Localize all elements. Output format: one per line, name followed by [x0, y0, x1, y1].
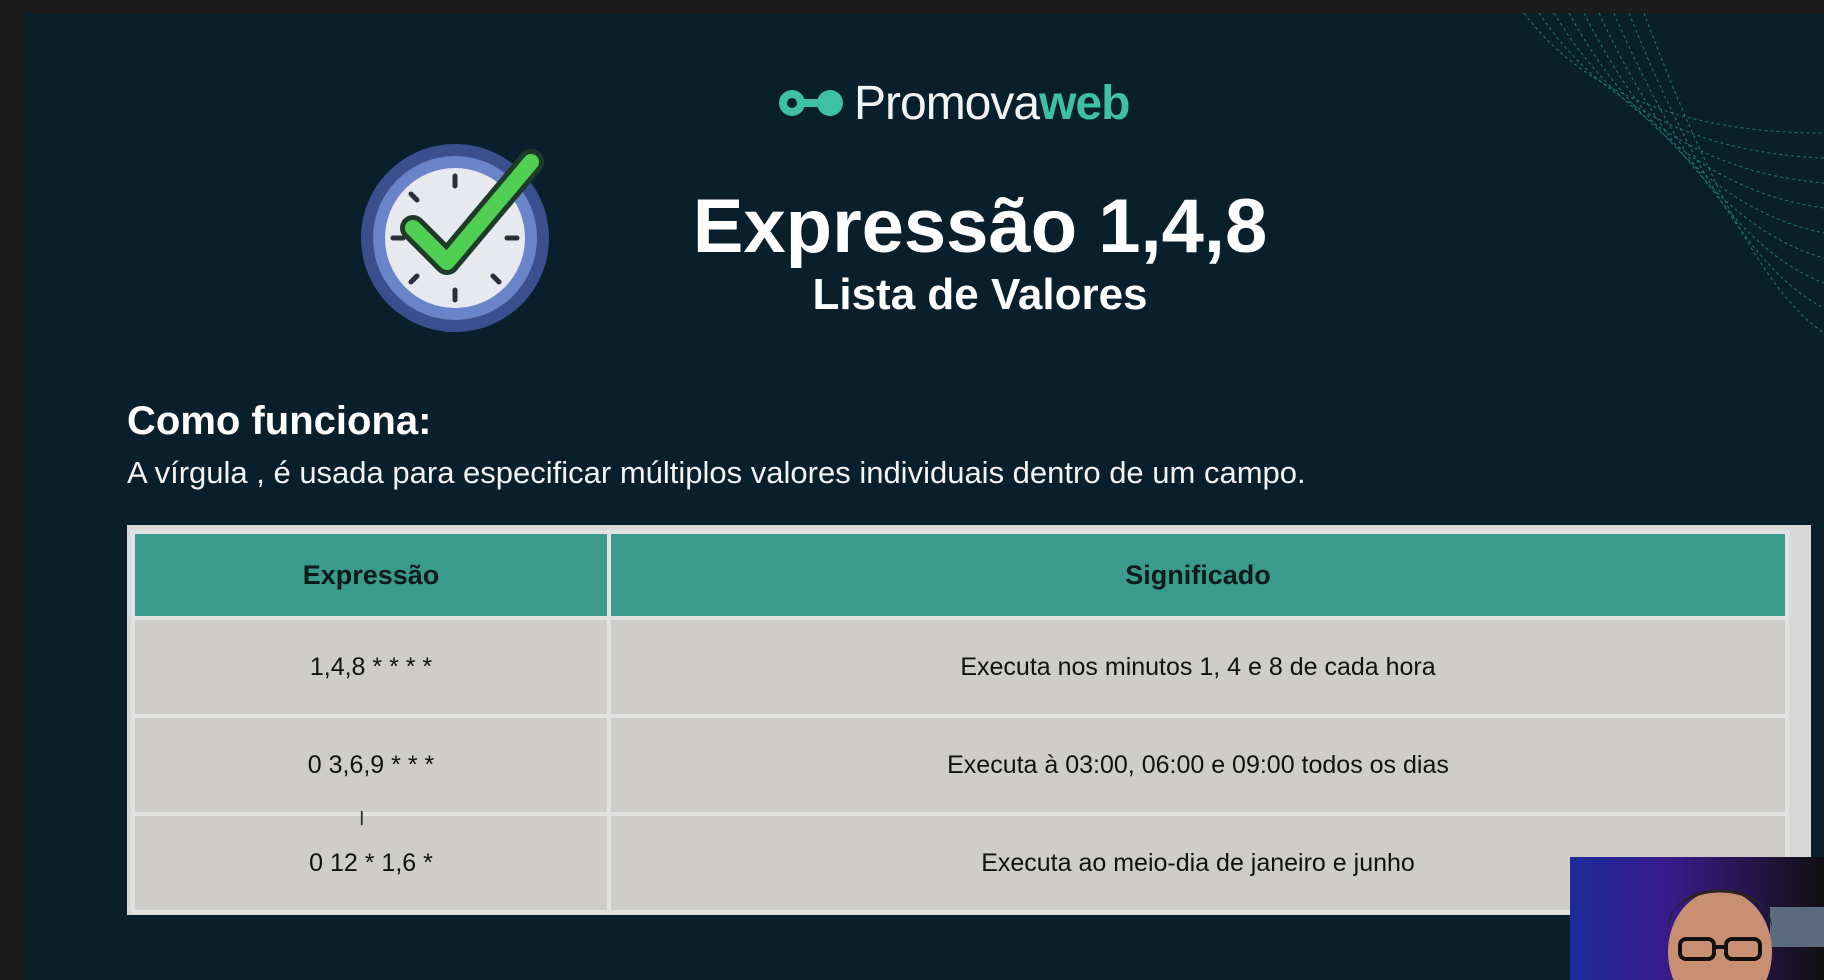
table-header-row: Expressão Significado [131, 530, 1789, 620]
how-it-works-description: A vírgula , é usada para especificar múl… [127, 455, 1306, 490]
presentation-slide: Promovaweb Expressão 1,4,8 Lista de Valo… [25, 13, 1824, 980]
slide-title: Expressão 1,4,8 [692, 184, 1268, 269]
window-top-bar [0, 0, 1824, 13]
column-header-significado: Significado [607, 530, 1789, 620]
presenter-video [1668, 889, 1824, 980]
promovaweb-logo: Promovaweb [778, 73, 1130, 133]
logo-mark-icon [779, 90, 843, 116]
meaning-cell: Executa nos minutos 1, 4 e 8 de cada hor… [607, 616, 1789, 718]
column-header-expressao: Expressão [131, 530, 611, 620]
cron-examples-table: Expressão Significado 1,4,8 * * * * Exec… [127, 525, 1811, 915]
logo-text: Promovaweb [854, 76, 1130, 130]
webcam-overlay [1570, 857, 1824, 980]
expression-cell: 0 12 * 1,6 * [131, 812, 611, 914]
slide-subtitle: Lista de Valores [812, 270, 1148, 319]
table-row: 0 3,6,9 * * * Executa à 03:00, 06:00 e 0… [131, 714, 1789, 816]
decorative-wave [1523, 13, 1824, 334]
table-row: 0 12 * 1,6 * Executa ao meio-dia de jane… [131, 812, 1789, 914]
text-cursor-icon: I [359, 808, 365, 830]
expression-cell: 1,4,8 * * * * [131, 616, 611, 718]
expression-cell: 0 3,6,9 * * * [131, 714, 611, 816]
clock-check-icon [361, 144, 549, 332]
window-left-bar [0, 0, 25, 980]
table-row: 1,4,8 * * * * Executa nos minutos 1, 4 e… [131, 616, 1789, 718]
meaning-cell: Executa à 03:00, 06:00 e 09:00 todos os … [607, 714, 1789, 816]
how-it-works-heading: Como funciona: [127, 399, 432, 443]
